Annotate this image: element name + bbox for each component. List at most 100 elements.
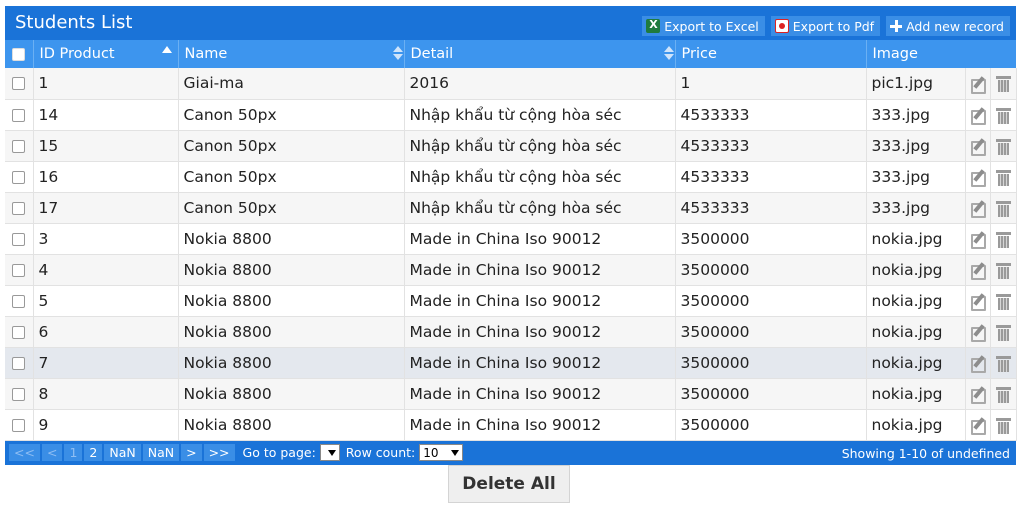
trash-icon[interactable] xyxy=(995,355,1011,372)
trash-icon[interactable] xyxy=(995,293,1011,310)
edit-icon[interactable] xyxy=(970,355,986,373)
edit-icon[interactable] xyxy=(970,138,986,156)
trash-icon[interactable] xyxy=(995,231,1011,248)
edit-icon[interactable] xyxy=(970,200,986,218)
column-header-price[interactable]: Price xyxy=(675,40,867,68)
page-button-1[interactable]: 1 xyxy=(64,444,83,461)
trash-icon[interactable] xyxy=(995,417,1011,434)
row-checkbox[interactable] xyxy=(12,294,26,308)
trash-icon[interactable] xyxy=(995,200,1011,217)
row-checkbox[interactable] xyxy=(12,170,26,184)
cell-image: nokia.jpg xyxy=(866,347,966,379)
column-header-detail[interactable]: Detail xyxy=(404,40,676,68)
pdf-icon xyxy=(774,19,789,33)
table-row[interactable]: 9 Nokia 8800 Made in China Iso 90012 350000… xyxy=(5,409,1017,441)
trash-icon[interactable] xyxy=(995,386,1011,403)
row-count-select[interactable]: 10 xyxy=(419,444,464,461)
pager-info: Showing 1-10 of undefined xyxy=(841,445,1010,461)
row-checkbox[interactable] xyxy=(12,325,26,339)
row-select-cell xyxy=(5,130,34,162)
row-delete-cell xyxy=(990,409,1017,441)
add-new-record-button[interactable]: Add new record xyxy=(886,16,1010,36)
trash-icon[interactable] xyxy=(995,138,1011,155)
row-checkbox[interactable] xyxy=(12,418,26,432)
row-edit-cell xyxy=(965,223,991,255)
last-page-button[interactable]: >> xyxy=(203,444,235,461)
row-checkbox[interactable] xyxy=(12,356,26,370)
edit-icon[interactable] xyxy=(970,107,986,125)
cell-image: 333.jpg xyxy=(866,130,966,162)
row-select-cell xyxy=(5,347,34,379)
cell-detail: 2016 xyxy=(404,68,676,100)
trash-icon[interactable] xyxy=(995,262,1011,279)
prev-page-button[interactable]: < xyxy=(41,444,63,461)
export-excel-label: Export to Excel xyxy=(664,18,759,34)
goto-page-label: Go to page: xyxy=(242,445,316,460)
row-checkbox[interactable] xyxy=(12,387,26,401)
table-row[interactable]: 5 Nokia 8800 Made in China Iso 90012 350000… xyxy=(5,285,1017,317)
goto-page-select[interactable] xyxy=(319,444,340,461)
row-checkbox[interactable] xyxy=(12,263,26,277)
cell-name: Nokia 8800 xyxy=(178,254,405,286)
row-checkbox[interactable] xyxy=(12,77,26,91)
page-button-4[interactable]: NaN xyxy=(142,444,180,461)
cell-detail: Nhập khẩu từ cộng hòa séc xyxy=(404,130,676,162)
table-row[interactable]: 3 Nokia 8800 Made in China Iso 90012 350000… xyxy=(5,223,1017,255)
page-button-3[interactable]: NaN xyxy=(104,444,141,461)
column-header-name[interactable]: Name xyxy=(178,40,405,68)
cell-image: nokia.jpg xyxy=(866,409,966,441)
cell-detail: Made in China Iso 90012 xyxy=(404,254,676,286)
table-row[interactable]: 15 Canon 50px Nhập khẩu từ cộng hòa séc 453… xyxy=(5,130,1017,162)
add-new-record-label: Add new record xyxy=(906,18,1004,34)
next-page-button[interactable]: > xyxy=(181,444,202,461)
trash-icon[interactable] xyxy=(995,169,1011,186)
column-header-id[interactable]: ID Product xyxy=(33,40,179,68)
cell-detail: Made in China Iso 90012 xyxy=(404,285,676,317)
edit-icon[interactable] xyxy=(970,386,986,404)
export-pdf-button[interactable]: Export to Pdf xyxy=(770,16,881,36)
trash-icon[interactable] xyxy=(995,324,1011,341)
plus-icon xyxy=(890,20,903,32)
row-checkbox[interactable] xyxy=(12,232,26,246)
table-row[interactable]: 1 Giai-ma 2016 1 pic1.jpg xyxy=(5,68,1017,100)
page-button-2[interactable]: 2 xyxy=(84,444,103,461)
table-row[interactable]: 14 Canon 50px Nhập khẩu từ cộng hòa séc 453… xyxy=(5,99,1017,131)
row-select-cell xyxy=(5,409,34,441)
column-header-image[interactable]: Image xyxy=(866,40,965,68)
table-row[interactable]: 6 Nokia 8800 Made in China Iso 90012 350000… xyxy=(5,316,1017,348)
edit-icon[interactable] xyxy=(970,293,986,311)
edit-icon[interactable] xyxy=(970,169,986,187)
cell-price: 1 xyxy=(675,68,867,100)
cell-image: nokia.jpg xyxy=(866,378,966,410)
cell-price: 4533333 xyxy=(675,99,867,131)
row-checkbox[interactable] xyxy=(12,201,26,215)
first-page-button[interactable]: << xyxy=(9,444,40,461)
edit-icon[interactable] xyxy=(970,324,986,342)
cell-name: Canon 50px xyxy=(178,161,405,193)
cell-detail: Made in China Iso 90012 xyxy=(404,347,676,379)
row-edit-cell xyxy=(965,68,991,100)
export-excel-button[interactable]: Export to Excel xyxy=(642,16,765,36)
edit-icon[interactable] xyxy=(970,231,986,249)
table-row[interactable]: 4 Nokia 8800 Made in China Iso 90012 350000… xyxy=(5,254,1017,286)
row-checkbox[interactable] xyxy=(12,108,26,122)
column-header-id-label: ID Product xyxy=(39,46,115,62)
edit-icon[interactable] xyxy=(970,262,986,280)
table-row[interactable]: 17 Canon 50px Nhập khẩu từ cộng hòa séc 453… xyxy=(5,192,1017,224)
cell-name: Nokia 8800 xyxy=(178,285,405,317)
table-row[interactable]: 16 Canon 50px Nhập khẩu từ cộng hòa séc 453… xyxy=(5,161,1017,193)
edit-icon[interactable] xyxy=(970,76,986,94)
row-checkbox[interactable] xyxy=(12,139,26,153)
trash-icon[interactable] xyxy=(995,75,1011,93)
select-all-checkbox[interactable] xyxy=(12,47,26,61)
trash-icon[interactable] xyxy=(995,107,1011,124)
table-row[interactable]: 8 Nokia 8800 Made in China Iso 90012 350000… xyxy=(5,378,1017,410)
cell-price: 4533333 xyxy=(675,192,867,224)
row-edit-cell xyxy=(965,316,991,348)
sort-asc-icon xyxy=(161,46,172,53)
row-edit-cell xyxy=(965,99,991,131)
table-row[interactable]: 7 Nokia 8800 Made in China Iso 90012 350000… xyxy=(5,347,1017,379)
edit-icon[interactable] xyxy=(970,417,986,435)
cell-image: nokia.jpg xyxy=(866,254,966,286)
delete-all-button[interactable]: Delete All xyxy=(448,465,570,503)
